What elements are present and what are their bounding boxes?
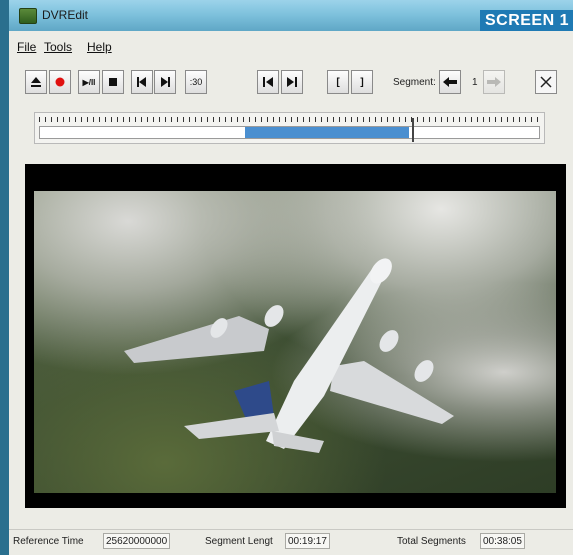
skip-30-button[interactable]: :30	[185, 70, 207, 94]
record-button[interactable]	[49, 70, 71, 94]
segment-label: Segment:	[393, 77, 436, 88]
app-icon	[19, 8, 37, 24]
menu-file[interactable]: File	[17, 40, 36, 54]
play-pause-button[interactable]: ▶/II	[78, 70, 100, 94]
app-window: DVREdit SCREEN 1 File Tools Help ▶/II :3…	[9, 0, 573, 555]
eject-button[interactable]	[25, 70, 47, 94]
segment-length-label: Segment Lengt	[205, 536, 273, 547]
timeline[interactable]	[34, 112, 545, 144]
status-bar: Reference Time 25620000000 Segment Lengt…	[9, 529, 573, 555]
video-frame	[34, 191, 556, 493]
timeline-track[interactable]	[39, 118, 540, 142]
arrow-right-icon	[487, 77, 501, 87]
stop-icon	[109, 78, 117, 86]
close-icon	[540, 76, 552, 88]
timeline-ticks	[39, 117, 540, 122]
menu-bar: File Tools Help	[9, 38, 573, 56]
playhead-handle[interactable]	[411, 118, 414, 142]
menu-file-label: File	[17, 40, 37, 54]
segment-number: 1	[472, 77, 478, 88]
airplane-image	[124, 258, 454, 453]
go-to-start-button[interactable]	[257, 70, 279, 94]
skip-to-start-icon	[263, 77, 273, 87]
eject-icon	[31, 77, 41, 87]
reference-time-label: Reference Time	[13, 536, 84, 547]
toolbar: ▶/II :30 [ ] Segment: 1	[9, 70, 573, 100]
next-segment-button[interactable]	[483, 70, 505, 94]
mark-in-button[interactable]: [	[327, 70, 349, 94]
menu-tools-label: Tools	[44, 40, 73, 54]
go-to-end-button[interactable]	[281, 70, 303, 94]
mark-out-button[interactable]: ]	[351, 70, 373, 94]
window-title: DVREdit	[42, 8, 89, 22]
selected-segment[interactable]	[244, 127, 410, 138]
arrow-left-icon	[443, 77, 457, 87]
reference-time-value: 25620000000	[103, 533, 171, 549]
step-back-icon	[137, 77, 146, 87]
step-forward-icon	[161, 77, 170, 87]
prev-segment-button[interactable]	[439, 70, 461, 94]
total-segments-value: 00:38:05	[480, 533, 525, 549]
menu-help[interactable]: Help	[87, 40, 112, 54]
step-back-button[interactable]	[131, 70, 153, 94]
skip-to-end-icon	[287, 77, 297, 87]
menu-help-label: Help	[87, 40, 112, 54]
total-segments-label: Total Segments	[397, 536, 466, 547]
record-icon	[55, 77, 65, 87]
menu-tools[interactable]: Tools	[44, 40, 72, 54]
title-bar[interactable]: DVREdit SCREEN 1	[9, 0, 573, 31]
stop-button[interactable]	[102, 70, 124, 94]
close-button[interactable]	[535, 70, 557, 94]
segment-length-value: 00:19:17	[285, 533, 330, 549]
video-preview	[25, 164, 566, 508]
step-forward-button[interactable]	[154, 70, 176, 94]
screen-tag: SCREEN 1	[479, 10, 573, 31]
